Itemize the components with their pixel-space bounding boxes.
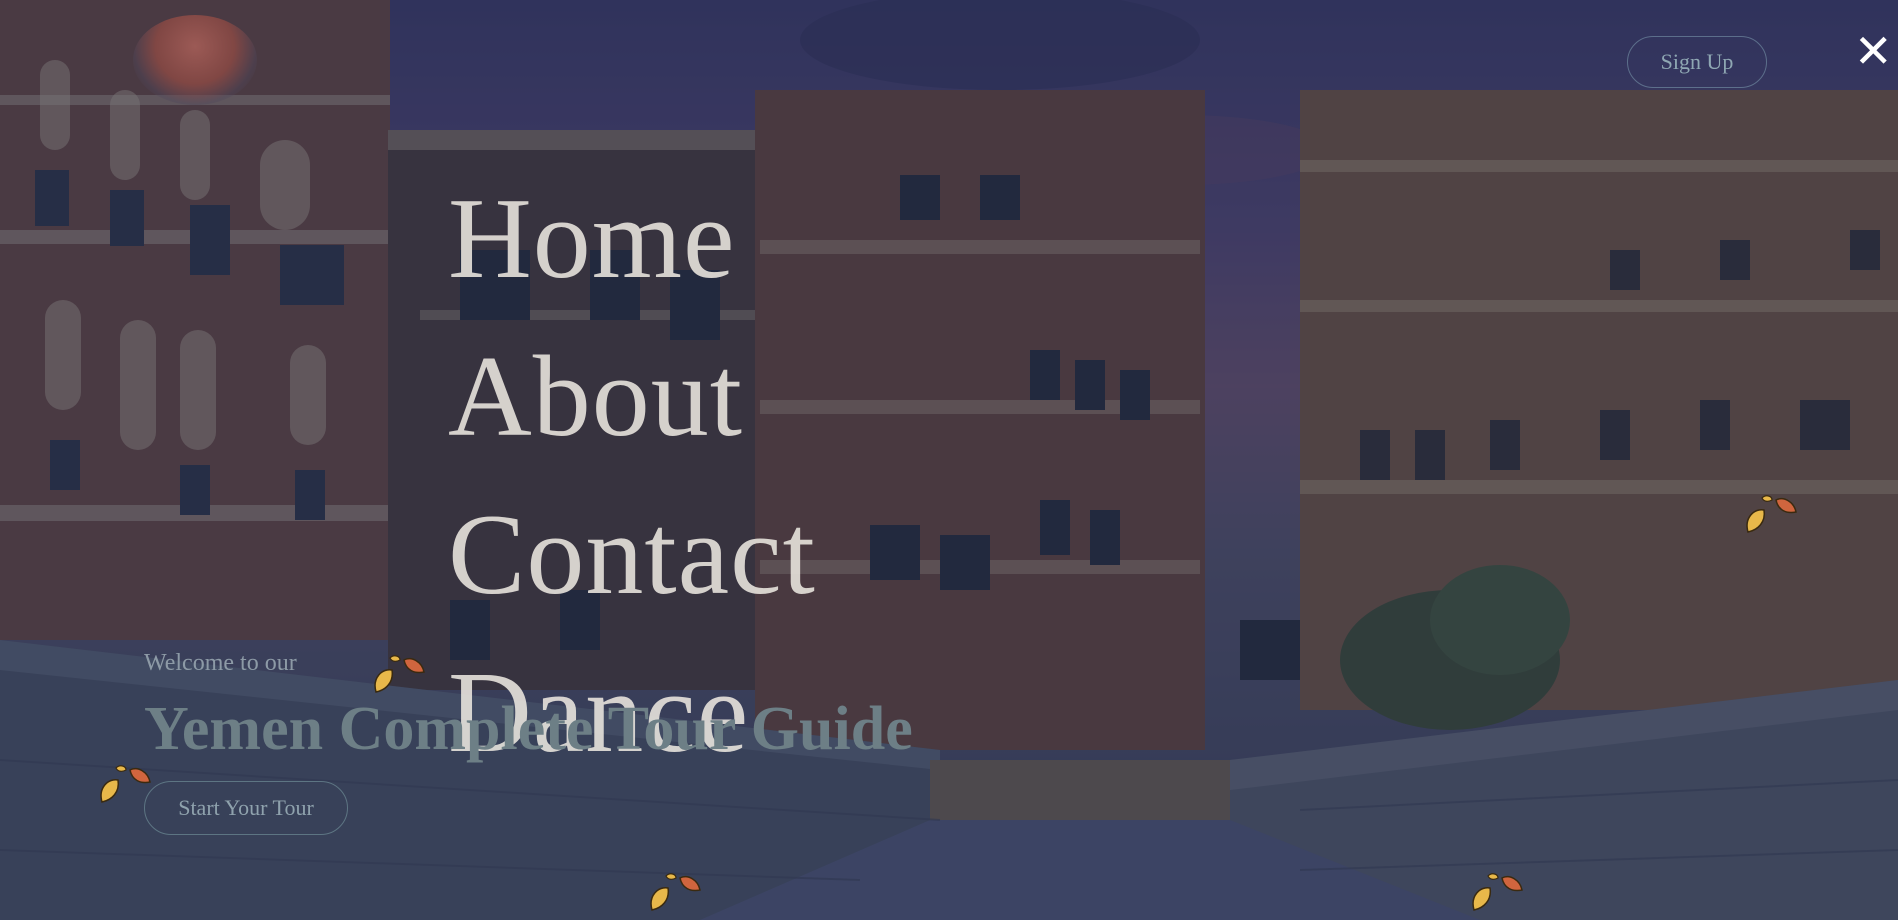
signup-button[interactable]: Sign Up [1627, 36, 1767, 88]
start-tour-button[interactable]: Start Your Tour [144, 781, 348, 835]
page: Sign Up ✕ Home About Contact Dance Welco… [0, 0, 1898, 920]
menu-item-about[interactable]: About [448, 318, 816, 476]
hero-welcome-text: Welcome to our [144, 650, 297, 676]
leaf-icon [374, 655, 425, 693]
close-icon[interactable]: ✕ [1854, 28, 1893, 74]
leaf-icon [100, 765, 151, 803]
menu-item-home[interactable]: Home [448, 160, 816, 318]
leaf-icon [1472, 873, 1523, 911]
hero-title: Yemen Complete Tour Guide [144, 695, 913, 763]
leaf-icon [650, 873, 701, 911]
logo-emblem[interactable] [133, 15, 257, 105]
leaf-icon [1746, 495, 1797, 533]
menu-item-contact[interactable]: Contact [448, 476, 816, 634]
